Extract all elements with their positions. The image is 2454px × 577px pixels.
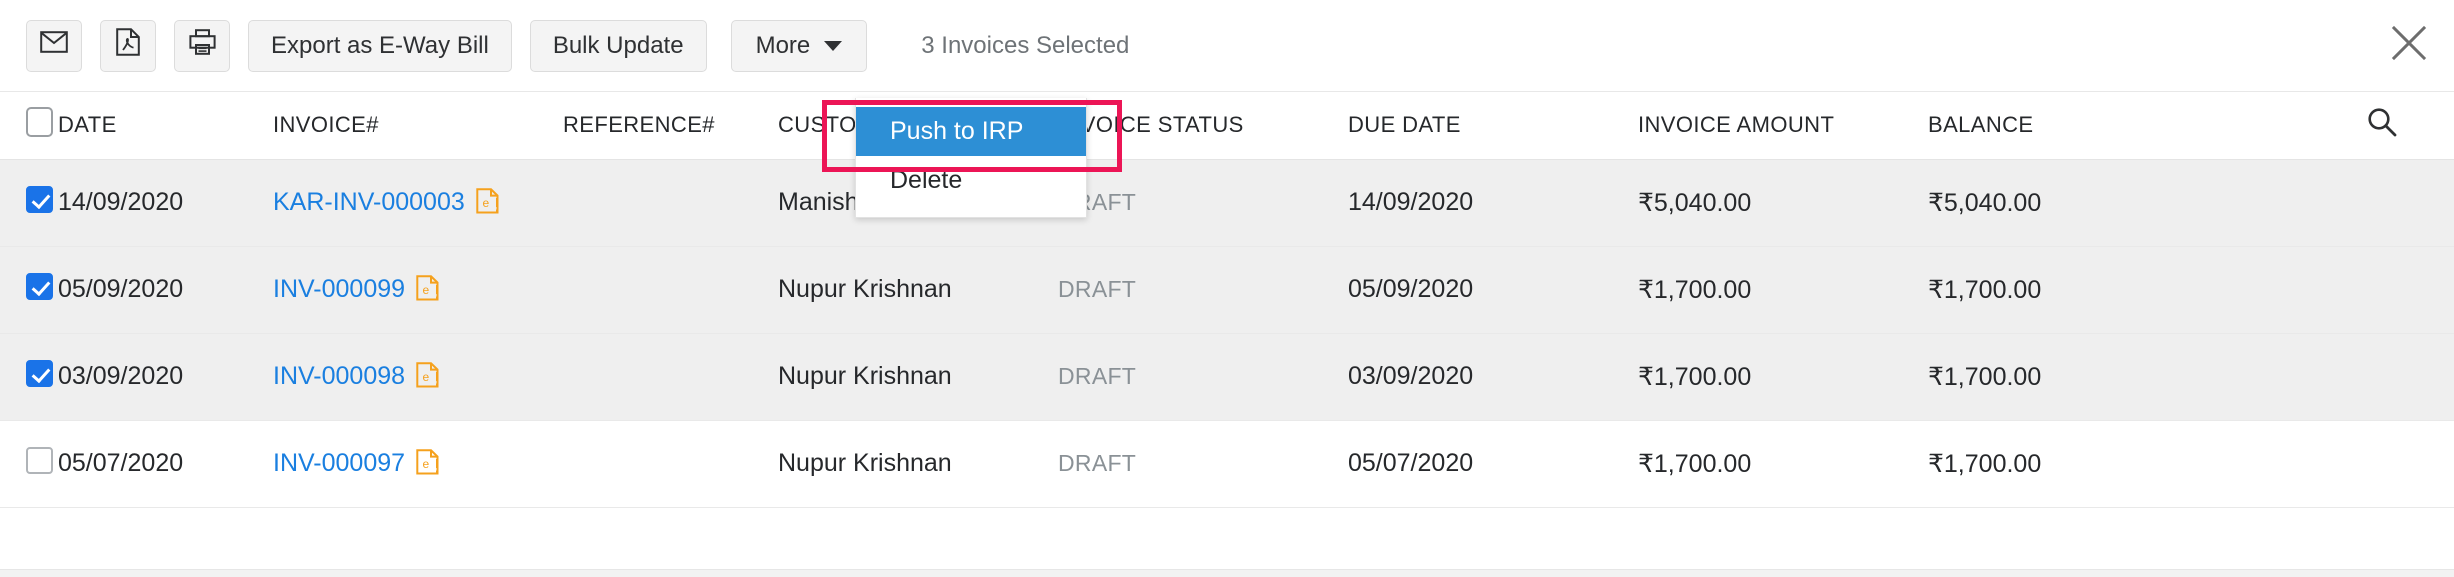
table-row[interactable]: 05/07/2020 INV-000097 e Nupur Krishnan DRAFT…: [0, 420, 2454, 508]
cell-spacer: [2218, 246, 2454, 334]
cell-invoice-amount: ₹1,700.00: [1638, 333, 1928, 421]
header-invoice-number[interactable]: INVOICE#: [273, 92, 563, 160]
bulk-update-button[interactable]: Bulk Update: [529, 19, 707, 72]
cell-balance: ₹1,700.00: [1928, 246, 2218, 334]
row-checkbox[interactable]: [26, 359, 53, 387]
status-badge: DRAFT: [1058, 363, 1137, 389]
email-button[interactable]: [26, 19, 82, 72]
row-checkbox[interactable]: [26, 185, 53, 213]
row-checkbox[interactable]: [26, 272, 53, 300]
cell-due-date: 05/07/2020: [1348, 420, 1638, 508]
export-eway-bill-button[interactable]: Export as E-Way Bill: [248, 19, 512, 72]
bottom-strip: [0, 569, 2454, 577]
e-invoice-warning-icon[interactable]: e: [416, 448, 442, 479]
invoice-list-page: Export as E-Way Bill Bulk Update More 3 …: [0, 0, 2454, 577]
selected-count-label: 3 Invoices Selected: [921, 31, 1130, 59]
cell-invoice-status: DRAFT: [1058, 333, 1348, 421]
bulk-update-label: Bulk Update: [552, 31, 684, 59]
header-invoice-status[interactable]: INVOICE STATUS: [1058, 92, 1348, 160]
cell-spacer: [2218, 159, 2454, 247]
envelope-icon: [40, 31, 68, 60]
row-select-cell: [0, 159, 58, 247]
cell-invoice-number: INV-000099 e: [273, 246, 563, 334]
header-date[interactable]: DATE: [58, 92, 273, 160]
header-due-date[interactable]: DUE DATE: [1348, 92, 1638, 160]
header-invoice-amount[interactable]: INVOICE AMOUNT: [1638, 92, 1928, 160]
cell-date: 03/09/2020: [58, 333, 273, 421]
select-all-header: [0, 92, 58, 160]
chevron-down-icon: [824, 40, 843, 51]
cell-customer-name: Nupur Krishnan: [778, 246, 1058, 334]
row-checkbox[interactable]: [26, 446, 53, 474]
export-eway-bill-label: Export as E-Way Bill: [271, 31, 489, 59]
print-button[interactable]: [174, 19, 230, 72]
printer-icon: [188, 29, 216, 62]
cell-due-date: 03/09/2020: [1348, 333, 1638, 421]
cell-date: 05/09/2020: [58, 246, 273, 334]
e-invoice-warning-icon[interactable]: e: [416, 274, 442, 305]
invoices-table: DATE INVOICE# REFERENCE# CUSTOMER NAME I…: [0, 92, 2454, 508]
e-invoice-warning-icon[interactable]: e: [416, 361, 442, 392]
header-search: [2218, 92, 2454, 160]
svg-text:e: e: [482, 196, 489, 210]
table-row[interactable]: 14/09/2020 KAR-INV-000003 e Manish Patel DRA…: [0, 159, 2454, 247]
cell-balance: ₹1,700.00: [1928, 420, 2218, 508]
row-select-cell: [0, 333, 58, 421]
table-body: 14/09/2020 KAR-INV-000003 e Manish Patel DRA…: [0, 159, 2454, 508]
cell-invoice-amount: ₹1,700.00: [1638, 246, 1928, 334]
row-select-cell: [0, 420, 58, 508]
close-icon: [2389, 23, 2429, 68]
cell-invoice-number: INV-000097 e: [273, 420, 563, 508]
invoice-number-link[interactable]: INV-000098: [273, 362, 405, 391]
svg-text:e: e: [423, 283, 430, 297]
bulk-action-toolbar: Export as E-Way Bill Bulk Update More 3 …: [0, 0, 2454, 92]
cell-due-date: 14/09/2020: [1348, 159, 1638, 247]
cell-date: 14/09/2020: [58, 159, 273, 247]
cell-invoice-amount: ₹5,040.00: [1638, 159, 1928, 247]
more-dropdown-button[interactable]: More: [730, 19, 868, 72]
invoice-number-link[interactable]: INV-000097: [273, 449, 405, 478]
menu-item-delete[interactable]: Delete: [856, 156, 1086, 205]
cell-balance: ₹5,040.00: [1928, 159, 2218, 247]
status-badge: DRAFT: [1058, 276, 1137, 302]
row-select-cell: [0, 246, 58, 334]
invoice-number-link[interactable]: KAR-INV-000003: [273, 188, 465, 217]
cell-customer-name: Nupur Krishnan: [778, 333, 1058, 421]
svg-text:e: e: [423, 370, 430, 384]
cell-invoice-status: DRAFT: [1058, 246, 1348, 334]
cell-invoice-number: INV-000098 e: [273, 333, 563, 421]
cell-date: 05/07/2020: [58, 420, 273, 508]
header-reference-number[interactable]: REFERENCE#: [563, 92, 778, 160]
more-label: More: [755, 31, 811, 59]
cell-spacer: [2218, 420, 2454, 508]
select-all-checkbox[interactable]: [26, 107, 53, 138]
table-row[interactable]: 05/09/2020 INV-000099 e Nupur Krishnan DRAFT…: [0, 246, 2454, 334]
e-invoice-warning-icon[interactable]: e: [476, 187, 502, 218]
cell-customer-name: Nupur Krishnan: [778, 420, 1058, 508]
cell-balance: ₹1,700.00: [1928, 333, 2218, 421]
pdf-file-icon: [116, 28, 140, 63]
cell-reference-number: [563, 333, 778, 421]
cell-reference-number: [563, 246, 778, 334]
cell-reference-number: [563, 420, 778, 508]
menu-item-push-to-irp[interactable]: Push to IRP: [856, 107, 1086, 156]
table-row[interactable]: 03/09/2020 INV-000098 e Nupur Krishnan DRAFT…: [0, 333, 2454, 421]
cell-invoice-number: KAR-INV-000003 e: [273, 159, 563, 247]
status-badge: DRAFT: [1058, 450, 1137, 476]
cell-invoice-status: DRAFT: [1058, 420, 1348, 508]
cell-spacer: [2218, 333, 2454, 421]
cell-reference-number: [563, 159, 778, 247]
cell-invoice-status: DRAFT: [1058, 159, 1348, 247]
cell-invoice-amount: ₹1,700.00: [1638, 420, 1928, 508]
header-balance[interactable]: BALANCE: [1928, 92, 2218, 160]
invoice-number-link[interactable]: INV-000099: [273, 275, 405, 304]
more-dropdown-menu: Push to IRP Delete: [855, 98, 1087, 218]
table-header: DATE INVOICE# REFERENCE# CUSTOMER NAME I…: [0, 92, 2454, 160]
pdf-export-button[interactable]: [100, 19, 156, 72]
cell-due-date: 05/09/2020: [1348, 246, 1638, 334]
table-header-row: DATE INVOICE# REFERENCE# CUSTOMER NAME I…: [0, 92, 2454, 160]
close-button[interactable]: [2386, 23, 2432, 69]
svg-text:e: e: [423, 457, 430, 471]
search-icon[interactable]: [2366, 106, 2398, 144]
